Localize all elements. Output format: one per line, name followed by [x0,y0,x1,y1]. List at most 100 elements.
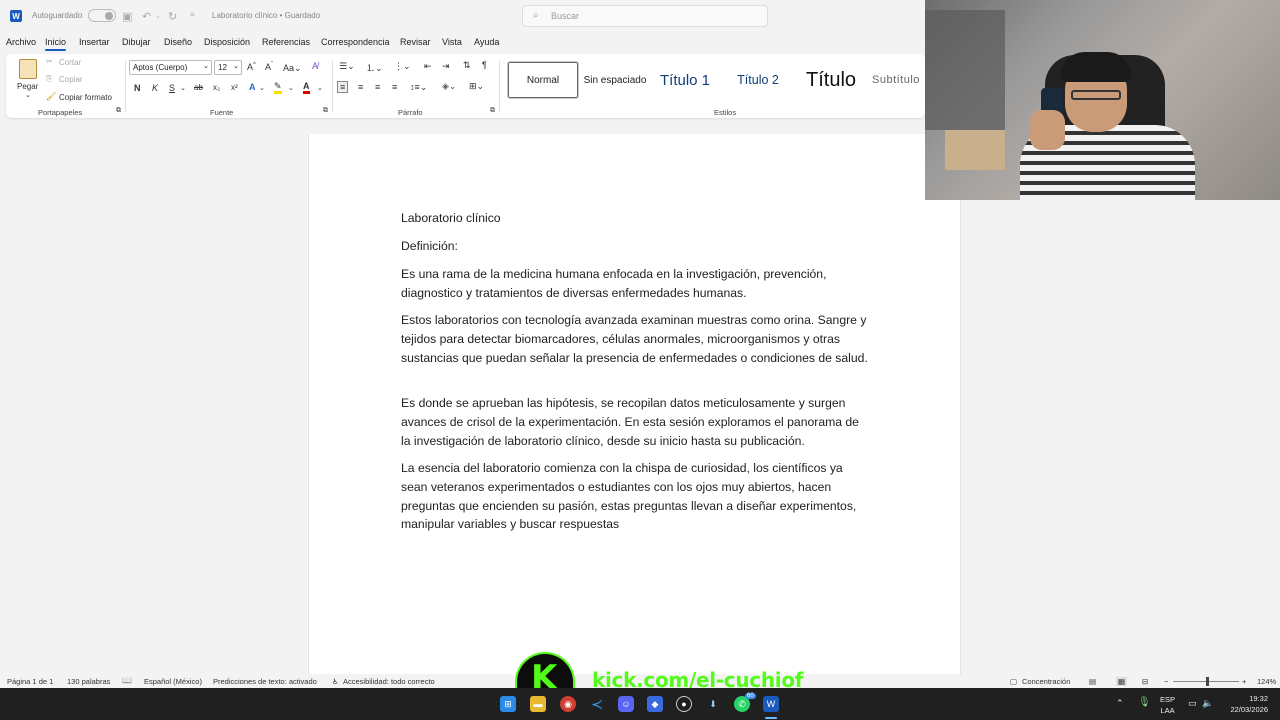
word-count[interactable]: 130 palabras [67,677,110,686]
tab-disposicion[interactable]: Disposición [204,37,250,47]
cut-button[interactable]: Cortar [59,58,81,67]
style-titulo-1[interactable]: Título 1 [654,62,716,98]
doc-paragraph[interactable]: Es una rama de la medicina humana enfoca… [401,265,871,303]
windows-start-icon[interactable]: ⊞ [500,696,516,712]
read-mode-icon[interactable]: ▤ [1089,677,1096,686]
bullets-icon[interactable]: ☰⌄ [339,61,355,72]
superscript-icon[interactable]: x² [231,83,238,92]
tab-revisar[interactable]: Revisar [400,37,431,47]
cut-icon[interactable]: ✂ [46,57,53,66]
tab-diseno[interactable]: Diseño [164,37,192,47]
clock[interactable]: 19:32 22/03/2026 [1224,693,1268,715]
style-titulo[interactable]: Título [796,62,866,98]
search-input[interactable]: ⌕ Buscar [522,5,768,27]
tab-vista[interactable]: Vista [442,37,462,47]
word-icon[interactable]: W [763,696,779,712]
accessibility-icon[interactable]: ♿ [332,677,339,686]
style-titulo-2[interactable]: Título 2 [728,62,788,98]
focus-icon[interactable]: ▢ [1010,677,1017,686]
paste-button[interactable]: Pegar ⌄ [16,58,40,99]
style-subtitulo[interactable]: Subtítulo [872,62,925,98]
customize-toolbar-icon[interactable]: ≡ [190,10,195,19]
vscode-icon[interactable]: ≺ [589,696,605,712]
font-name-select[interactable]: Aptos (Cuerpo) ⌄ [129,60,212,75]
network-icon[interactable]: ▭ [1188,698,1197,709]
tab-inicio[interactable]: Inicio [45,37,67,51]
text-effects-dropdown-icon[interactable]: ⌄ [259,84,265,92]
file-explorer-icon[interactable]: ▬ [530,696,546,712]
format-painter-button[interactable]: Copiar formato [59,93,112,102]
strikethrough-icon[interactable]: ab [194,83,203,92]
paragraph-launcher-icon[interactable]: ⧉ [490,107,495,115]
tab-dibujar[interactable]: Dibujar [122,37,151,47]
text-predictions[interactable]: Predicciones de texto: activado [213,677,317,686]
page-count[interactable]: Página 1 de 1 [7,677,53,686]
doc-paragraph[interactable]: Es donde se aprueban las hipótesis, se r… [401,394,871,450]
print-layout-icon[interactable]: ▦ [1116,677,1128,686]
grow-font-icon[interactable]: A^ [247,62,256,72]
zoom-out-icon[interactable]: − [1164,677,1168,686]
tab-referencias[interactable]: Referencias [262,37,310,47]
doc-paragraph[interactable]: Definición: [401,237,871,256]
focus-mode[interactable]: Concentración [1022,677,1070,686]
app-icon[interactable]: ⬇ [705,696,721,712]
doc-paragraph[interactable]: La esencia del laboratorio comienza con … [401,459,871,534]
undo-dropdown-icon[interactable]: ⌄ [155,12,161,20]
multilevel-list-icon[interactable]: ⋮⌄ [394,61,411,72]
style-sin-espaciado[interactable]: Sin espaciado [580,62,650,98]
increase-indent-icon[interactable]: ⇥ [442,61,450,72]
align-center-icon[interactable]: ≡ [358,82,363,92]
autosave-toggle[interactable] [88,9,116,22]
numbering-icon[interactable]: ⒈⌄ [366,61,383,74]
shading-icon[interactable]: ◈⌄ [442,81,456,92]
discord-icon[interactable]: ☺ [618,696,634,712]
align-right-icon[interactable]: ≡ [375,82,380,92]
font-size-select[interactable]: 12 ⌄ [214,60,242,75]
input-language[interactable]: ESP LAA [1160,694,1175,716]
document-title[interactable]: Laboratorio clínico • Guardado [212,11,320,20]
proofing-icon[interactable]: 📖 [122,676,132,685]
font-color-dropdown-icon[interactable]: ⌄ [317,84,323,92]
web-layout-icon[interactable]: ⊟ [1142,677,1148,686]
clear-formatting-icon[interactable]: A̸ [312,61,318,71]
borders-icon[interactable]: ⊞⌄ [469,81,484,92]
shrink-font-icon[interactable]: Aˇ [265,62,273,72]
text-effects-icon[interactable]: A [249,82,256,92]
undo-icon[interactable]: ↶ [142,10,151,23]
zoom-level[interactable]: 124% [1257,677,1276,686]
bold-button[interactable]: N [134,83,141,93]
tab-correspondencia[interactable]: Correspondencia [321,37,390,47]
microphone-icon[interactable]: 🎙 [1138,697,1151,708]
italic-button[interactable]: K [152,83,158,93]
line-spacing-icon[interactable]: ↕≡⌄ [410,82,427,93]
highlight-icon[interactable]: ✎ [274,81,282,94]
zoom-in-icon[interactable]: + [1242,677,1246,686]
obs-icon[interactable]: ● [676,696,692,712]
copy-icon[interactable]: ⎘ [46,74,52,84]
sort-icon[interactable]: ⇅ [463,60,471,71]
tab-archivo[interactable]: Archivo [6,37,36,47]
chrome-icon[interactable]: ◉ [560,696,576,712]
font-launcher-icon[interactable]: ⧉ [323,107,328,115]
clipboard-launcher-icon[interactable]: ⧉ [116,107,121,115]
change-case-icon[interactable]: Aa⌄ [283,63,302,74]
app-icon[interactable]: ◆ [647,696,663,712]
zoom-slider-thumb[interactable] [1206,677,1209,686]
align-left-icon[interactable]: ≡ [337,81,349,93]
redo-icon[interactable]: ↻ [168,10,177,23]
tab-ayuda[interactable]: Ayuda [474,37,499,47]
show-formatting-icon[interactable]: ¶ [482,60,487,70]
underline-button[interactable]: S [169,83,175,93]
volume-icon[interactable]: 🔈 [1202,698,1213,709]
font-color-icon[interactable]: A [303,81,310,94]
decrease-indent-icon[interactable]: ⇤ [424,61,432,72]
format-painter-icon[interactable]: 🖌 [46,92,56,101]
doc-paragraph[interactable]: Estos laboratorios con tecnología avanza… [401,311,871,367]
tab-insertar[interactable]: Insertar [79,37,110,47]
chevron-up-icon[interactable]: ⌃ [1116,698,1124,709]
underline-dropdown-icon[interactable]: ⌄ [180,84,186,92]
justify-icon[interactable]: ≡ [392,82,397,92]
doc-heading[interactable]: Laboratorio clínico [401,209,871,228]
save-icon[interactable]: ▣ [122,10,132,23]
copy-button[interactable]: Copiar [59,75,83,84]
